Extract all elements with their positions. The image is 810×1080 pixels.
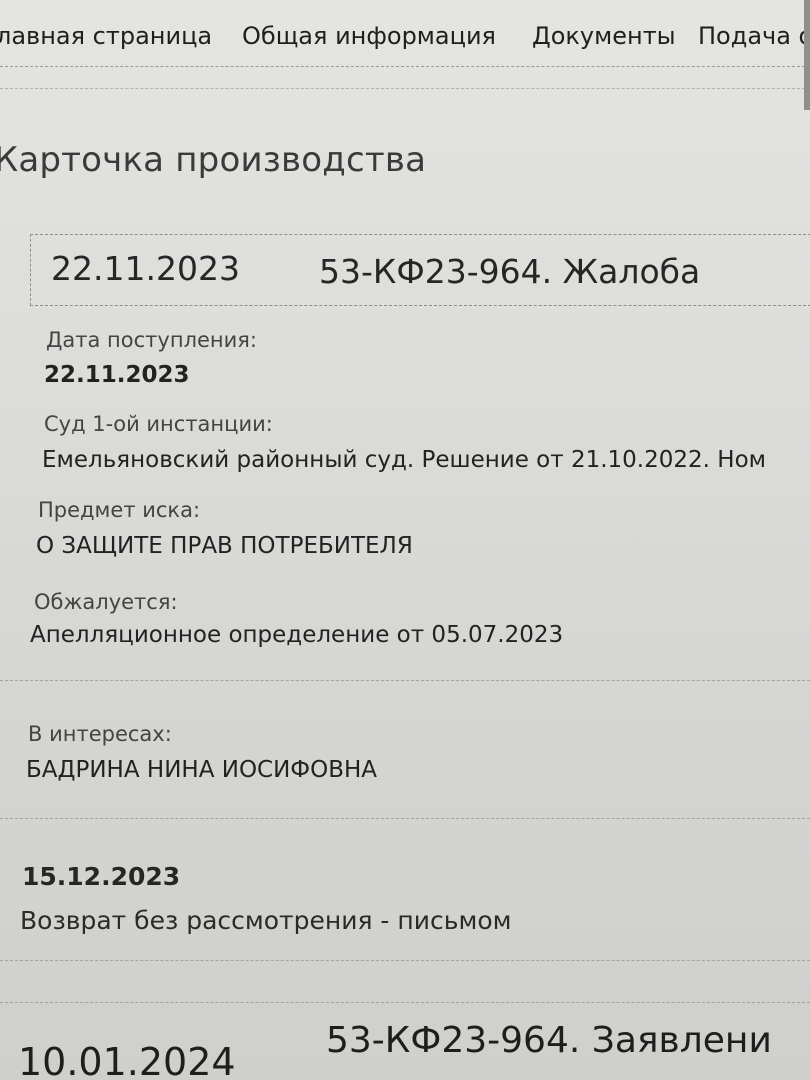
page-title: Карточка производства (0, 140, 427, 180)
nav-item-documents[interactable]: Документы (532, 22, 676, 50)
window-edge (804, 0, 810, 110)
nav-divider-secondary (0, 88, 810, 89)
next-case-date: 10.01.2024 (18, 1040, 236, 1080)
case-title: 53-КФ23-964. Жалоба (319, 252, 701, 291)
appealed-value: Апелляционное определение от 05.07.2023 (30, 622, 564, 648)
court-value: Емельяновский районный суд. Решение от 2… (42, 447, 766, 473)
interest-label: В интересах: (28, 722, 172, 746)
top-navigation: лавная страница Общая информация Докумен… (0, 18, 810, 78)
nav-item-general-info[interactable]: Общая информация (242, 22, 496, 50)
next-case-title[interactable]: 53-КФ23-964. Заявлени (326, 1020, 772, 1061)
nav-divider (0, 66, 810, 67)
section-divider (0, 818, 810, 819)
court-label: Суд 1-ой инстанции: (44, 412, 273, 436)
section-divider (0, 680, 810, 681)
subject-label: Предмет иска: (38, 498, 201, 522)
nav-item-home[interactable]: лавная страница (0, 22, 212, 50)
received-date-label: Дата поступления: (46, 328, 257, 352)
section-divider (0, 960, 810, 961)
case-date: 22.11.2023 (51, 249, 240, 288)
case-header[interactable]: 22.11.2023 53-КФ23-964. Жалоба (30, 234, 810, 306)
section-divider (0, 1002, 810, 1003)
nav-item-submission[interactable]: Подача об (698, 22, 810, 50)
event-text: Возврат без рассмотрения - письмом (20, 906, 512, 935)
event-date: 15.12.2023 (22, 862, 181, 891)
subject-value: О ЗАЩИТЕ ПРАВ ПОТРЕБИТЕЛЯ (36, 533, 413, 559)
interest-value: БАДРИНА НИНА ИОСИФОВНА (26, 757, 378, 783)
appealed-label: Обжалуется: (34, 590, 178, 614)
received-date-value: 22.11.2023 (44, 362, 190, 388)
screen: лавная страница Общая информация Докумен… (0, 0, 810, 1080)
